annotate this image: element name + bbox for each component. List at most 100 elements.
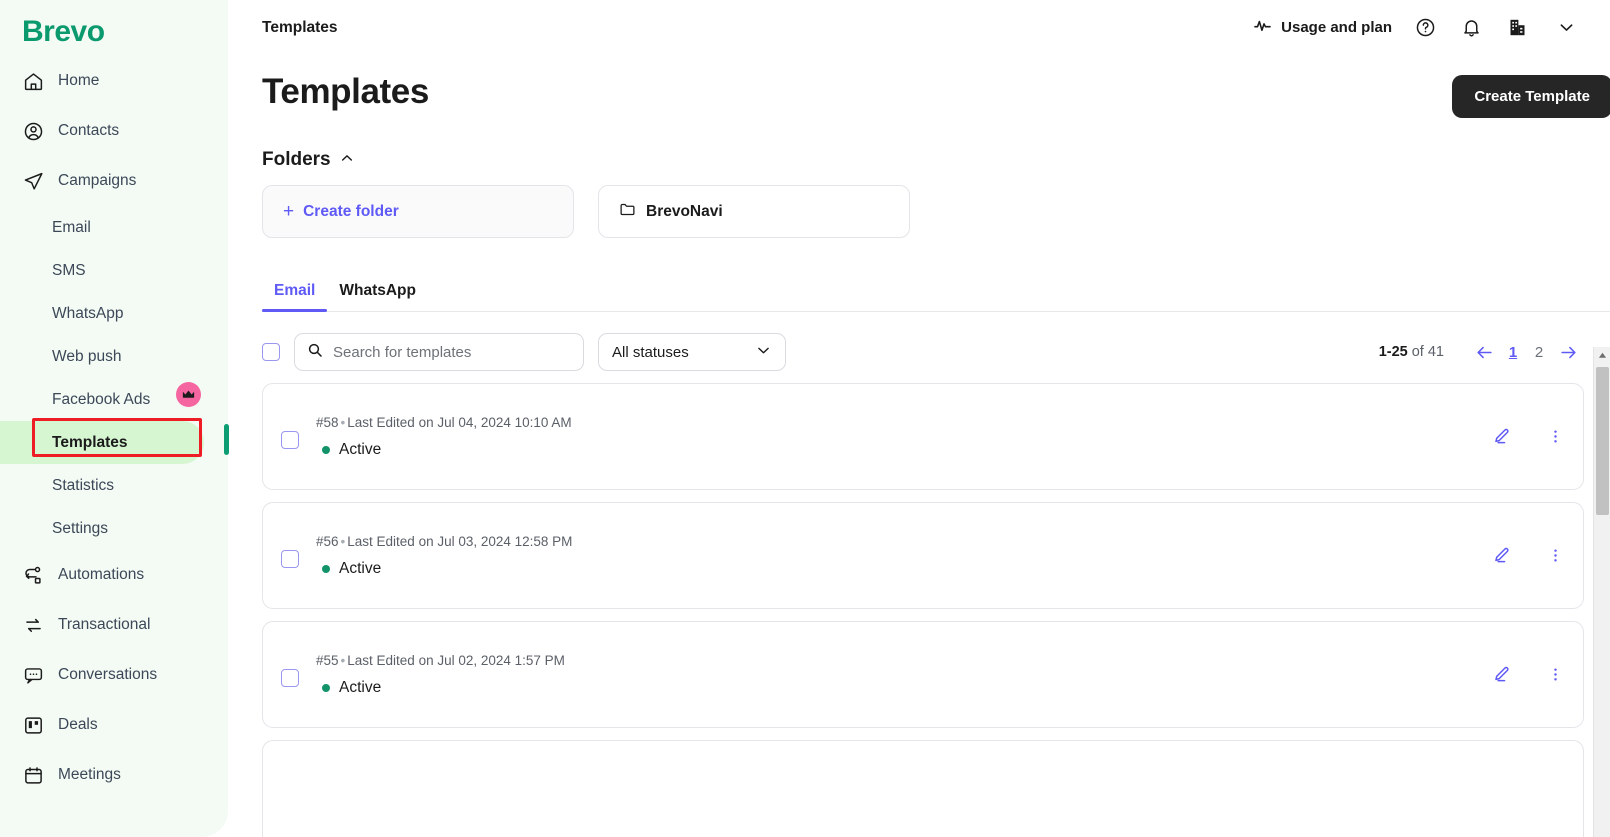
row-checkbox[interactable] — [281, 550, 299, 568]
status-label: Active — [339, 440, 382, 458]
folder-item[interactable]: BrevoNavi — [598, 185, 910, 238]
pagination-next-arrow-right-icon[interactable] — [1552, 337, 1584, 367]
separator-dot: • — [340, 533, 346, 549]
sidebar-item-sms[interactable]: SMS — [0, 249, 228, 292]
status-label: Active — [339, 559, 382, 577]
tabs: Email WhatsApp — [262, 276, 1610, 312]
table-row[interactable] — [262, 740, 1584, 837]
topbar: Templates Usage and plan — [228, 0, 1610, 55]
more-vertical-icon[interactable] — [1543, 543, 1567, 567]
select-all-checkbox[interactable] — [262, 343, 280, 361]
pencil-edit-icon[interactable] — [1489, 662, 1513, 686]
page-header: Templates Create Template — [228, 55, 1610, 118]
home-icon — [22, 70, 44, 92]
sidebar-item-meetings[interactable]: Meetings — [0, 750, 228, 800]
page-title: Templates — [262, 72, 429, 111]
sidebar-nav: Home Contacts Campaigns Email SMS WhatsA… — [0, 52, 228, 800]
create-folder-label: Create folder — [303, 202, 399, 220]
pagination-page-1[interactable]: 1 — [1500, 337, 1526, 367]
help-icon[interactable] — [1402, 8, 1448, 48]
contacts-icon — [22, 120, 44, 142]
folders-title: Folders — [262, 149, 331, 170]
folder-icon — [619, 201, 636, 223]
template-id: #58 — [316, 414, 339, 430]
vertical-scrollbar[interactable] — [1593, 347, 1610, 837]
more-vertical-icon[interactable] — [1543, 424, 1567, 448]
brand-logo[interactable]: Brevo — [0, 0, 228, 52]
row-meta: #56 • Last Edited on Jul 03, 2024 12:58 PM — [316, 534, 572, 549]
sidebar-item-conversations[interactable]: Conversations — [0, 650, 228, 700]
status-filter-value: All statuses — [612, 343, 689, 361]
template-last-edited: Last Edited on Jul 04, 2024 10:10 AM — [347, 414, 572, 430]
folders-list: + Create folder BrevoNavi — [262, 185, 1610, 238]
sidebar-item-email[interactable]: Email — [0, 206, 228, 249]
pagination-range: 1-25 — [1378, 344, 1408, 360]
transactional-icon — [22, 614, 44, 636]
sidebar-item-label: Automations — [58, 566, 145, 583]
scrollbar-thumb[interactable] — [1596, 367, 1609, 515]
row-meta: #55 • Last Edited on Jul 02, 2024 1:57 PM — [316, 653, 565, 668]
usage-and-plan-label: Usage and plan — [1281, 19, 1392, 36]
sidebar-item-label: Facebook Ads — [52, 390, 151, 408]
row-actions — [1489, 424, 1567, 448]
sidebar-item-transactional[interactable]: Transactional — [0, 600, 228, 650]
sidebar-item-campaigns[interactable]: Campaigns — [0, 156, 228, 206]
status-dot-icon — [322, 683, 330, 692]
row-content: #55 • Last Edited on Jul 02, 2024 1:57 PM … — [316, 653, 565, 697]
sidebar-item-label: Settings — [52, 519, 109, 537]
sidebar-item-templates[interactable]: Templates — [0, 421, 204, 464]
status-filter-select[interactable]: All statuses — [598, 333, 786, 371]
row-actions — [1489, 662, 1567, 686]
table-row[interactable]: #58 • Last Edited on Jul 04, 2024 10:10 AM… — [262, 383, 1584, 490]
sidebar-item-settings[interactable]: Settings — [0, 507, 228, 550]
row-actions — [1489, 543, 1567, 567]
template-last-edited: Last Edited on Jul 03, 2024 12:58 PM — [347, 533, 573, 549]
company-building-icon[interactable] — [1494, 8, 1540, 48]
pencil-edit-icon[interactable] — [1489, 424, 1513, 448]
deals-icon — [22, 714, 44, 736]
status-badge: Active — [322, 560, 572, 578]
search-input[interactable] — [333, 343, 571, 361]
templates-list: #58 • Last Edited on Jul 04, 2024 10:10 AM… — [262, 383, 1610, 837]
search-icon — [307, 342, 323, 363]
row-checkbox[interactable] — [281, 669, 299, 687]
pagination-prev-arrow-left-icon[interactable] — [1468, 337, 1500, 367]
campaigns-icon — [22, 170, 44, 192]
pencil-edit-icon[interactable] — [1489, 543, 1513, 567]
usage-and-plan-button[interactable]: Usage and plan — [1243, 10, 1402, 45]
sidebar-item-label: Statistics — [52, 476, 115, 494]
crown-icon — [176, 382, 201, 407]
notification-bell-icon[interactable] — [1448, 8, 1494, 48]
tab-whatsapp[interactable]: WhatsApp — [327, 276, 428, 311]
folders-section-header[interactable]: Folders — [262, 149, 1610, 171]
row-content: #58 • Last Edited on Jul 04, 2024 10:10 AM… — [316, 415, 572, 459]
breadcrumb: Templates — [262, 18, 338, 36]
create-template-button[interactable]: Create Template — [1452, 75, 1610, 118]
row-content: #56 • Last Edited on Jul 03, 2024 12:58 PM… — [316, 534, 572, 578]
table-row[interactable]: #55 • Last Edited on Jul 02, 2024 1:57 PM … — [262, 621, 1584, 728]
status-dot-icon — [322, 564, 330, 573]
sidebar-item-whatsapp[interactable]: WhatsApp — [0, 292, 228, 335]
pagination-total: of 41 — [1407, 344, 1444, 360]
sidebar-item-statistics[interactable]: Statistics — [0, 464, 228, 507]
status-badge: Active — [322, 679, 565, 697]
sidebar-item-deals[interactable]: Deals — [0, 700, 228, 750]
sidebar-item-web-push[interactable]: Web push — [0, 335, 228, 378]
sidebar-item-contacts[interactable]: Contacts — [0, 106, 228, 156]
pagination-page-2[interactable]: 2 — [1526, 337, 1552, 367]
sidebar-item-label: WhatsApp — [52, 304, 124, 322]
table-row[interactable]: #56 • Last Edited on Jul 03, 2024 12:58 PM… — [262, 502, 1584, 609]
sidebar-item-label: Meetings — [58, 766, 121, 783]
more-vertical-icon[interactable] — [1543, 662, 1567, 686]
row-checkbox[interactable] — [281, 431, 299, 449]
chevron-up-icon[interactable] — [339, 150, 355, 171]
conversations-icon — [22, 664, 44, 686]
account-menu-chevron-down-icon[interactable] — [1540, 8, 1592, 48]
sidebar-item-automations[interactable]: Automations — [0, 550, 228, 600]
create-folder-button[interactable]: + Create folder — [262, 185, 574, 238]
chevron-down-icon — [755, 342, 772, 363]
sidebar-item-home[interactable]: Home — [0, 56, 228, 106]
search-input-wrapper[interactable] — [294, 333, 584, 371]
tab-email[interactable]: Email — [262, 276, 328, 312]
scrollbar-up-arrow-icon[interactable] — [1594, 347, 1610, 364]
